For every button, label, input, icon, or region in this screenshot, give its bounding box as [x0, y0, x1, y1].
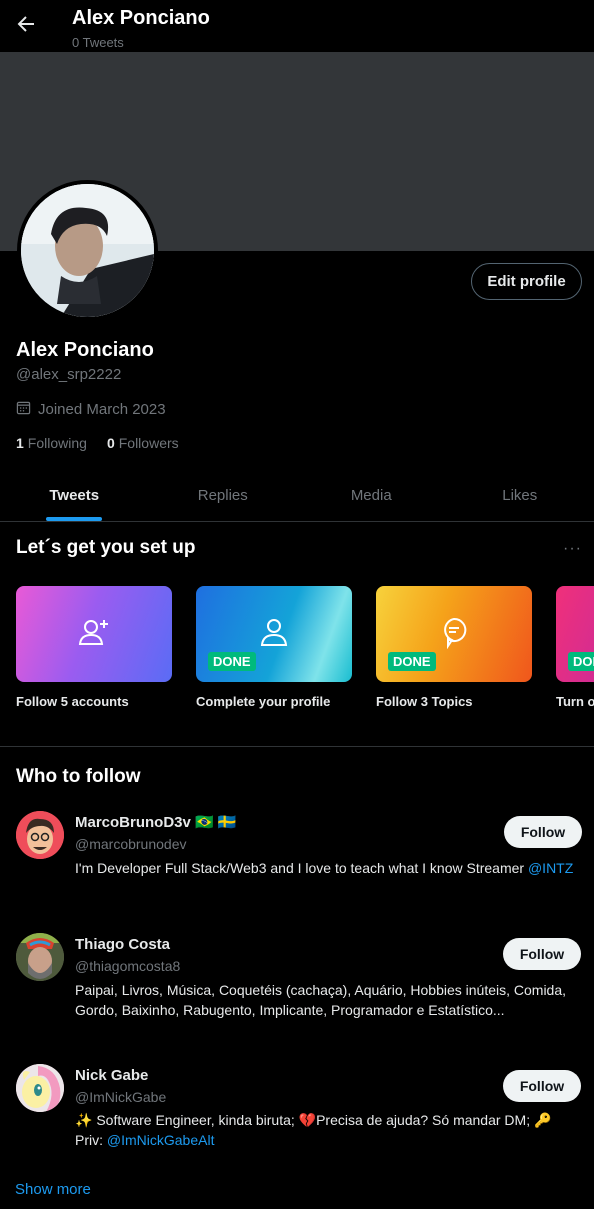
- done-badge: DONE: [208, 652, 256, 671]
- card-image: DON: [556, 586, 594, 682]
- done-badge: DON: [568, 652, 594, 671]
- user-bio: Paipai, Livros, Música, Coquetéis (cacha…: [75, 982, 567, 1018]
- user-handle: @thiagomcosta8: [75, 958, 181, 974]
- tab-media[interactable]: Media: [297, 470, 446, 521]
- user-bio: ✨ Software Engineer, kinda biruta; 💔Prec…: [75, 1112, 552, 1148]
- edit-profile-button[interactable]: Edit profile: [471, 263, 582, 300]
- tab-replies[interactable]: Replies: [149, 470, 298, 521]
- user-handle: @ImNickGabe: [75, 1089, 167, 1105]
- avatar[interactable]: [16, 811, 64, 859]
- suggested-user[interactable]: Nick Gabe @ImNickGabe Follow ✨ Software …: [0, 1063, 594, 1163]
- profile-name: Alex Ponciano: [16, 339, 154, 361]
- follow-stats: 1 Following 0 Followers: [16, 435, 179, 451]
- add-user-icon: [77, 615, 111, 654]
- card-image: [16, 586, 172, 682]
- bio-mention-link[interactable]: @ImNickGabeAlt: [107, 1132, 215, 1148]
- card-image: DONE: [196, 586, 352, 682]
- card-label: Complete your profile: [196, 694, 331, 709]
- follow-button[interactable]: Follow: [503, 1070, 581, 1102]
- suggested-user[interactable]: Thiago Costa @thiagomcosta8 Follow Paipa…: [0, 932, 594, 1042]
- follow-button[interactable]: Follow: [503, 938, 581, 970]
- done-badge: DONE: [388, 652, 436, 671]
- who-to-follow-title: Who to follow: [16, 766, 141, 787]
- tab-tweets[interactable]: Tweets: [0, 470, 149, 521]
- following-link[interactable]: 1 Following: [16, 435, 87, 451]
- joined-date: Joined March 2023: [16, 400, 166, 419]
- tweet-count: 0 Tweets: [72, 35, 124, 50]
- bio-mention-link[interactable]: @INTZ: [528, 860, 573, 876]
- section-divider: [0, 746, 594, 747]
- setup-card-notifications[interactable]: DON Turn o: [556, 586, 594, 709]
- user-name[interactable]: Thiago Costa: [75, 936, 170, 953]
- user-name[interactable]: Nick Gabe: [75, 1067, 148, 1084]
- top-bar: Alex Ponciano 0 Tweets: [0, 0, 594, 52]
- user-bio: I'm Developer Full Stack/Web3 and I love…: [75, 860, 574, 876]
- followers-link[interactable]: 0 Followers: [107, 435, 179, 451]
- joined-text: Joined March 2023: [38, 401, 166, 418]
- user-handle: @marcobrunodev: [75, 836, 187, 852]
- setup-card-complete-profile[interactable]: DONE Complete your profile: [196, 586, 352, 709]
- follow-button[interactable]: Follow: [504, 816, 582, 848]
- user-name[interactable]: MarcoBrunoD3v 🇧🇷 🇸🇪: [75, 813, 237, 831]
- setup-title: Let´s get you set up: [16, 537, 196, 558]
- profile-avatar[interactable]: [17, 180, 158, 321]
- header-title: Alex Ponciano: [72, 7, 210, 29]
- card-label: Follow 3 Topics: [376, 694, 473, 709]
- setup-card-follow-accounts[interactable]: Follow 5 accounts: [16, 586, 172, 709]
- profile-tabs: Tweets Replies Media Likes: [0, 470, 594, 522]
- more-options-icon[interactable]: ···: [563, 540, 582, 558]
- setup-card-follow-topics[interactable]: DONE Follow 3 Topics: [376, 586, 532, 709]
- user-icon: [259, 615, 289, 654]
- card-label: Follow 5 accounts: [16, 694, 129, 709]
- avatar[interactable]: [16, 933, 64, 981]
- tab-likes[interactable]: Likes: [446, 470, 594, 521]
- avatar[interactable]: [16, 1064, 64, 1112]
- card-label: Turn o: [556, 694, 594, 709]
- profile-handle: @alex_srp2222: [16, 366, 122, 383]
- calendar-icon: [16, 400, 31, 419]
- speech-bubble-icon: [439, 615, 469, 654]
- setup-carousel: Follow 5 accounts DONE Complete your pro…: [16, 586, 594, 716]
- suggested-user[interactable]: MarcoBrunoD3v 🇧🇷 🇸🇪 @marcobrunodev Follo…: [0, 810, 594, 918]
- back-arrow-icon[interactable]: [14, 12, 38, 36]
- show-more-link[interactable]: Show more: [15, 1181, 91, 1198]
- card-image: DONE: [376, 586, 532, 682]
